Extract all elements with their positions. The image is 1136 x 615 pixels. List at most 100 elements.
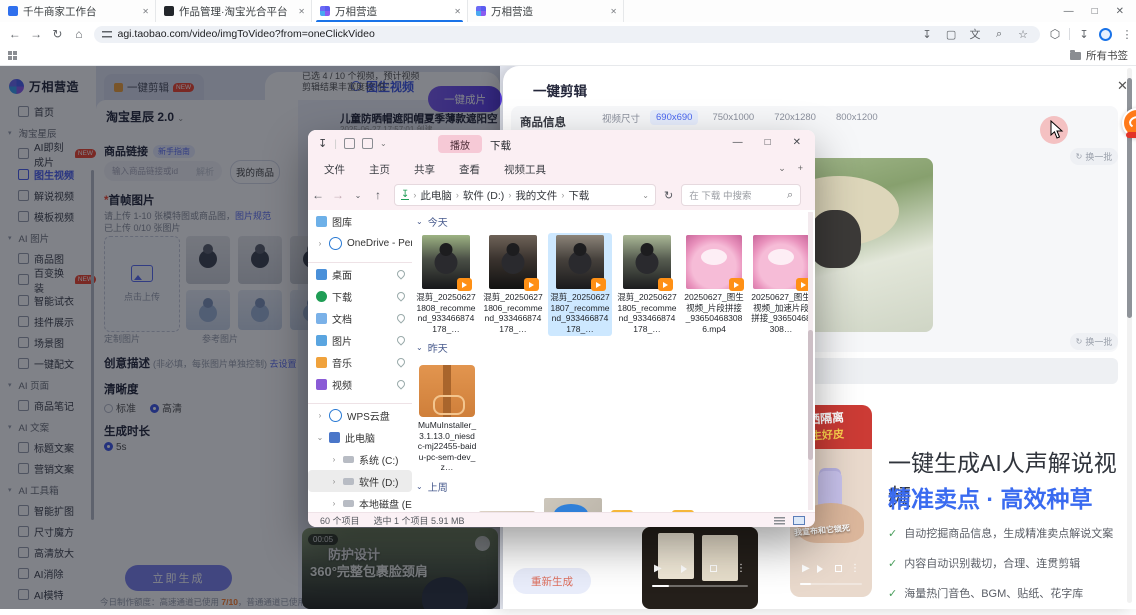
video-size-option[interactable]: 720x1280 bbox=[768, 110, 822, 125]
group-chevron-icon[interactable]: ⌄ bbox=[416, 343, 423, 352]
generated-video-player[interactable]: ▶ ⋮ bbox=[642, 527, 758, 609]
explorer-menu-item[interactable]: 主页 bbox=[369, 162, 390, 177]
tab-close-icon[interactable]: ✕ bbox=[454, 7, 461, 16]
breadcrumb-bar[interactable]: ↧ › 此电脑 › 软件 (D:) › 我的文件 bbox=[394, 184, 656, 206]
breadcrumb-item[interactable]: 下载 bbox=[568, 188, 589, 203]
expand-chevron-icon[interactable]: › bbox=[330, 499, 338, 508]
group-header-today[interactable]: ⌄ 今天 bbox=[416, 214, 808, 229]
swap-batch-button[interactable]: 换一批 bbox=[1070, 333, 1118, 350]
extensions-icon[interactable]: ⬡ bbox=[1046, 27, 1064, 41]
browser-tab[interactable]: 作品管理·淘宝光合平台 ✕ bbox=[156, 0, 312, 22]
nav-tree-item[interactable]: ⌄ 此电脑 bbox=[308, 426, 412, 448]
nav-up-icon[interactable]: ↑ bbox=[368, 188, 388, 202]
nav-forward-icon[interactable]: → bbox=[328, 188, 348, 202]
nav-tree-item[interactable]: 桌面 bbox=[308, 262, 412, 285]
tab-close-icon[interactable]: ✕ bbox=[142, 7, 149, 16]
profile-avatar[interactable] bbox=[1099, 28, 1112, 41]
file-item[interactable]: 混剪_202506271807_recommend_933466874178_… bbox=[548, 233, 612, 336]
scrollbar-thumb[interactable] bbox=[808, 330, 813, 460]
file-item[interactable]: 20250627_图生视频_片段拼接_936504683086.mp4 bbox=[682, 233, 746, 336]
panel-scrollbar[interactable] bbox=[1127, 68, 1132, 603]
zoom-icon[interactable]: ⌕ bbox=[990, 28, 1008, 41]
window-maximize-icon[interactable]: □ bbox=[1092, 6, 1098, 17]
url-text[interactable]: agi.taobao.com/video/imgToVideo?from=one… bbox=[118, 28, 913, 40]
nav-tree-item[interactable]: 图库 bbox=[308, 210, 412, 232]
nav-history-icon[interactable]: ⌄ bbox=[348, 191, 368, 200]
browser-menu-icon[interactable]: ⋮ bbox=[1118, 28, 1136, 41]
quick-access-icon[interactable] bbox=[362, 138, 373, 149]
nav-tree-item[interactable]: › OneDrive - Per bbox=[308, 232, 412, 254]
expand-chevron-icon[interactable]: › bbox=[330, 477, 338, 486]
site-controls-icon[interactable] bbox=[102, 30, 112, 38]
explorer-minimize-icon[interactable]: — bbox=[733, 137, 743, 148]
progress-bar[interactable] bbox=[652, 585, 748, 587]
fullscreen-icon[interactable] bbox=[710, 565, 717, 572]
download-page-icon[interactable]: ↧ bbox=[918, 28, 936, 41]
browser-tab[interactable]: 千牛商家工作台 ✕ bbox=[0, 0, 156, 22]
swap-batch-button[interactable]: 换一批 bbox=[1070, 148, 1118, 165]
player-menu-icon[interactable]: ⋮ bbox=[850, 563, 860, 574]
ribbon-collapse-icon[interactable]: ⌄ bbox=[778, 163, 786, 174]
refresh-icon[interactable]: ↻ bbox=[664, 189, 673, 202]
quick-access-icon[interactable] bbox=[344, 138, 355, 149]
video-size-option[interactable]: 750x1000 bbox=[706, 110, 760, 125]
fullscreen-icon[interactable] bbox=[835, 565, 842, 572]
nav-tree-item[interactable]: › 软件 (D:) bbox=[308, 470, 412, 492]
apps-grid-icon[interactable] bbox=[8, 51, 17, 60]
group-chevron-icon[interactable]: ⌄ bbox=[416, 482, 423, 491]
group-header-lastweek[interactable]: ⌄ 上周 bbox=[416, 479, 808, 494]
expand-chevron-icon[interactable]: › bbox=[316, 411, 324, 420]
nav-tree-item[interactable]: › 本地磁盘 (E:) bbox=[308, 492, 412, 512]
volume-icon[interactable] bbox=[681, 565, 691, 573]
breadcrumb-item[interactable]: 软件 (D:) bbox=[463, 188, 504, 203]
url-bar[interactable]: agi.taobao.com/video/imgToVideo?from=one… bbox=[94, 26, 1041, 43]
explorer-menu-item[interactable]: 共享 bbox=[414, 162, 435, 177]
toolbar-chevron-icon[interactable]: ⌄ bbox=[380, 139, 387, 148]
thumbnail-view-icon[interactable] bbox=[793, 516, 805, 525]
browser-tab[interactable]: 万相营造 ✕ bbox=[312, 0, 468, 22]
file-item[interactable] bbox=[544, 498, 602, 513]
tab-close-icon[interactable]: ✕ bbox=[610, 7, 617, 16]
all-bookmarks[interactable]: 所有书签 bbox=[1070, 48, 1128, 63]
expand-chevron-icon[interactable]: ⌄ bbox=[316, 433, 324, 442]
list-view-icon[interactable] bbox=[774, 517, 785, 525]
explorer-maximize-icon[interactable]: □ bbox=[765, 137, 771, 148]
file-item[interactable]: 混剪_202506271808_recommend_933466874178_… bbox=[414, 233, 478, 336]
forward-icon[interactable]: → bbox=[25, 27, 46, 41]
breadcrumb-item[interactable]: 此电脑 bbox=[420, 188, 452, 203]
nav-tree-item[interactable]: 下载 bbox=[308, 285, 412, 307]
clipboard-icon[interactable]: ▢ bbox=[942, 28, 960, 41]
nav-tree-item[interactable]: 图片 bbox=[308, 329, 412, 351]
file-item[interactable]: MuMuInstaller_3.1.13.0_niesdc-mj22455-ba… bbox=[414, 359, 480, 475]
group-chevron-icon[interactable]: ⌄ bbox=[416, 217, 423, 226]
expand-chevron-icon[interactable]: › bbox=[316, 239, 324, 248]
progress-bar[interactable] bbox=[800, 583, 862, 585]
explorer-search-box[interactable]: 在 下载 中搜索 ⌕ bbox=[681, 184, 801, 206]
nav-tree-item[interactable]: 文档 bbox=[308, 307, 412, 329]
group-header-yesterday[interactable]: ⌄ 昨天 bbox=[416, 340, 808, 355]
file-item[interactable]: 20250627_图生视频_加速片段拼接_93650468308… bbox=[749, 233, 808, 336]
nav-tree-item[interactable]: › 系统 (C:) bbox=[308, 448, 412, 470]
player-menu-icon[interactable]: ⋮ bbox=[736, 563, 746, 574]
explorer-scrollbar[interactable] bbox=[808, 212, 813, 510]
translate-icon[interactable]: 文 bbox=[966, 26, 984, 42]
nav-back-icon[interactable]: ← bbox=[308, 188, 328, 202]
home-icon[interactable]: ⌂ bbox=[68, 27, 89, 41]
file-item[interactable]: 混剪_202506271806_recommend_933466874178_… bbox=[481, 233, 545, 336]
address-dropdown-icon[interactable]: ⌄ bbox=[642, 191, 649, 200]
file-item[interactable]: 混剪_202506271805_recommend_933466874178_… bbox=[615, 233, 679, 336]
video-size-option[interactable]: 800x1200 bbox=[830, 110, 884, 125]
explorer-titlebar[interactable]: ↧ | ⌄ 播放 下载 — □ ✕ bbox=[308, 130, 815, 158]
nav-tree-item[interactable]: 视频 bbox=[308, 373, 412, 395]
contextual-tab-play[interactable]: 播放 bbox=[438, 135, 482, 153]
window-close-icon[interactable]: ✕ bbox=[1116, 6, 1124, 17]
explorer-menu-item[interactable]: 文件 bbox=[324, 162, 345, 177]
window-minimize-icon[interactable]: — bbox=[1064, 6, 1074, 17]
tab-close-icon[interactable]: ✕ bbox=[298, 7, 305, 16]
bookmark-star-icon[interactable]: ☆ bbox=[1014, 28, 1032, 41]
play-icon[interactable]: ▶ bbox=[654, 563, 662, 574]
breadcrumb-item[interactable]: 我的文件 bbox=[515, 188, 557, 203]
play-icon[interactable]: ▶ bbox=[802, 563, 810, 574]
nav-tree-item[interactable]: 音乐 bbox=[308, 351, 412, 373]
expand-chevron-icon[interactable]: › bbox=[330, 455, 338, 464]
